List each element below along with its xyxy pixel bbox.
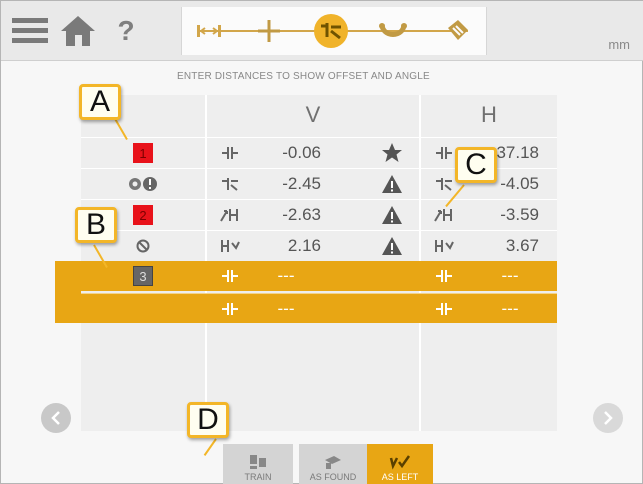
measurement-badge: 3 — [133, 266, 153, 286]
as-found-label: AS FOUND — [309, 472, 357, 482]
gap-symbol-icon — [433, 200, 455, 230]
star-icon — [381, 138, 403, 168]
disabled-icon — [133, 231, 153, 261]
menu-icon[interactable] — [9, 9, 51, 53]
h-value: 3.67 — [505, 236, 539, 255]
table-row-selected[interactable]: 3 --- --- — [81, 261, 557, 291]
results-icon[interactable] — [314, 14, 348, 48]
home-icon[interactable] — [57, 9, 99, 53]
offset-symbol-icon — [433, 294, 455, 324]
v-value: 2.16 — [287, 236, 321, 255]
warning-icon — [381, 200, 403, 230]
table-row[interactable]: 2 -2.63 -3.59 — [81, 199, 557, 229]
as-left-label: AS LEFT — [381, 472, 419, 482]
callout-d: D — [187, 402, 229, 438]
next-arrow-button[interactable] — [593, 403, 623, 433]
as-found-icon — [325, 456, 341, 469]
correct-icon[interactable] — [376, 14, 410, 48]
as-left-check-icon — [389, 455, 411, 470]
angle-symbol-icon — [219, 169, 241, 199]
offset-symbol-icon — [433, 261, 455, 291]
selected-row-left-band — [55, 261, 81, 323]
gap-symbol-icon — [219, 200, 241, 230]
measurement-badge: 1 — [133, 143, 153, 163]
sensor-error-icon — [125, 169, 161, 199]
help-icon[interactable]: ? — [111, 9, 141, 53]
callout-a: A — [79, 84, 121, 120]
train-label: TRAIN — [244, 472, 272, 482]
callout-b: B — [75, 207, 117, 243]
offset-symbol-icon — [219, 294, 241, 324]
v-value: --- — [277, 299, 295, 318]
as-found-button[interactable]: AS FOUND — [299, 444, 367, 484]
column-header-h: H — [481, 102, 497, 127]
top-bar: ? mm — [1, 1, 643, 61]
workflow-steps — [181, 7, 487, 55]
v-value: --- — [277, 266, 295, 285]
warning-icon — [381, 231, 403, 261]
table-row[interactable]: 2.16 3.67 — [81, 230, 557, 260]
warning-icon — [381, 169, 403, 199]
gap-angle-symbol-icon — [219, 231, 241, 261]
offset-symbol-icon — [219, 261, 241, 291]
previous-arrow-button[interactable] — [41, 403, 71, 433]
offset-symbol-icon — [219, 138, 241, 168]
h-value: -3.59 — [500, 205, 539, 224]
table-row-selected[interactable]: --- --- — [81, 293, 557, 323]
callout-d-pointer — [203, 438, 217, 456]
train-icon — [250, 455, 266, 469]
offset-symbol-icon — [433, 138, 455, 168]
angle-symbol-icon — [433, 169, 455, 199]
app-window: ? mm ENTER DISTANCES TO SHOW OFFSET AND … — [0, 0, 643, 484]
gap-angle-symbol-icon — [433, 231, 455, 261]
v-value: -2.63 — [282, 205, 321, 224]
results-table: V H 1 -0.06 37.18 -2.45 -4.05 2 -2.63 -3… — [81, 95, 557, 431]
train-button[interactable]: TRAIN — [223, 444, 293, 484]
report-icon[interactable] — [440, 14, 474, 48]
as-left-button[interactable]: AS LEFT — [367, 444, 433, 484]
dimensions-icon[interactable] — [192, 14, 226, 48]
column-header-v: V — [305, 102, 321, 127]
callout-c: C — [455, 147, 497, 183]
h-value: --- — [501, 266, 519, 285]
v-value: -0.06 — [282, 143, 321, 162]
instruction-text: ENTER DISTANCES TO SHOW OFFSET AND ANGLE — [177, 71, 430, 82]
h-value: --- — [501, 299, 519, 318]
v-value: -2.45 — [282, 174, 321, 193]
measure-icon[interactable] — [252, 14, 286, 48]
units-label: mm — [608, 37, 630, 52]
measurement-badge: 2 — [133, 205, 153, 225]
